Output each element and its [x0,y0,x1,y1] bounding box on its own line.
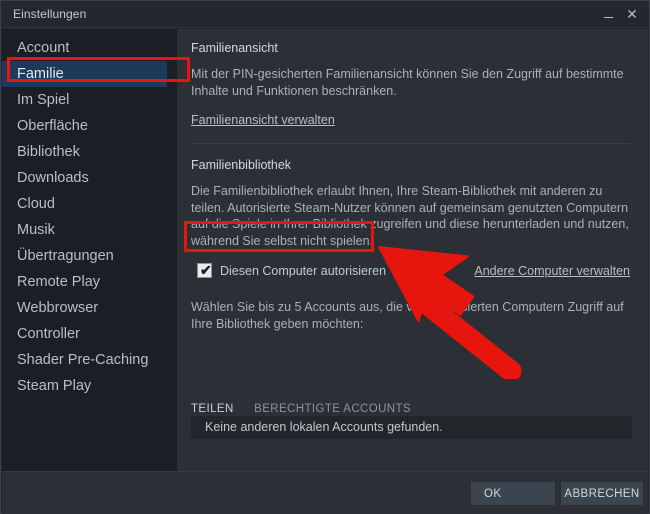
choose-accounts-text: Wählen Sie bis zu 5 Accounts aus, die vo… [191,299,632,332]
tab-teilen[interactable]: TEILEN [191,403,234,415]
sidebar-item-controller[interactable]: Controller [2,321,177,347]
ok-button[interactable]: OK [471,482,555,505]
sidebar-item-webbrowser[interactable]: Webbrowser [2,295,177,321]
dialog-footer: OK ABBRECHEN [2,471,648,514]
sidebar-item-bibliothek[interactable]: Bibliothek [2,139,177,165]
sidebar-item-musik[interactable]: Musik [2,217,177,243]
family-library-description: Die Familienbibliothek erlaubt Ihnen, Ih… [191,183,632,249]
sidebar-item-shader-pre-caching[interactable]: Shader Pre-Caching [2,347,177,373]
family-library-heading: Familienbibliothek [191,158,632,172]
sidebar-item-oberflaeche[interactable]: Oberfläche [2,113,177,139]
sidebar-item-cloud[interactable]: Cloud [2,191,177,217]
sidebar-item-im-spiel[interactable]: Im Spiel [2,87,177,113]
manage-other-computers-link[interactable]: Andere Computer verwalten [474,264,630,278]
sidebar-item-downloads[interactable]: Downloads [2,165,177,191]
manage-family-view-link[interactable]: Familienansicht verwalten [191,113,335,127]
settings-content-panel: Familienansicht Mit der PIN-gesicherten … [177,29,648,471]
minimize-icon[interactable] [597,1,619,28]
sidebar-item-remote-play[interactable]: Remote Play [2,269,177,295]
settings-sidebar: Account Familie Im Spiel Oberfläche Bibl… [2,29,177,471]
sidebar-item-familie[interactable]: Familie [2,61,167,87]
window-title: Einstellungen [13,7,86,21]
close-icon[interactable]: ✕ [621,1,643,28]
authorize-computer-checkbox[interactable]: ✔ [197,263,212,278]
sidebar-item-steam-play[interactable]: Steam Play [2,373,177,399]
authorize-computer-label[interactable]: Diesen Computer autorisieren [220,264,386,278]
family-view-heading: Familienansicht [191,41,632,55]
sidebar-item-account[interactable]: Account [2,35,177,61]
cancel-button[interactable]: ABBRECHEN [561,482,643,505]
tab-berechtigte-accounts[interactable]: BERECHTIGTE ACCOUNTS [254,403,411,415]
checkmark-icon: ✔ [200,262,212,278]
accounts-tabs-area: TEILEN BERECHTIGTE ACCOUNTS Keine andere… [191,399,632,433]
family-view-description: Mit der PIN-gesicherten Familienansicht … [191,66,632,99]
authorize-computer-row: ✔ Diesen Computer autorisieren Andere Co… [191,262,632,284]
accounts-empty-message: Keine anderen lokalen Accounts gefunden. [191,416,632,439]
section-divider [192,143,630,144]
title-bar: Einstellungen ✕ [1,1,649,28]
sidebar-item-uebertragungen[interactable]: Übertragungen [2,243,177,269]
settings-window: Einstellungen ✕ Account Familie Im Spiel… [0,0,650,514]
accounts-list-box: Keine anderen lokalen Accounts gefunden. [191,416,632,439]
